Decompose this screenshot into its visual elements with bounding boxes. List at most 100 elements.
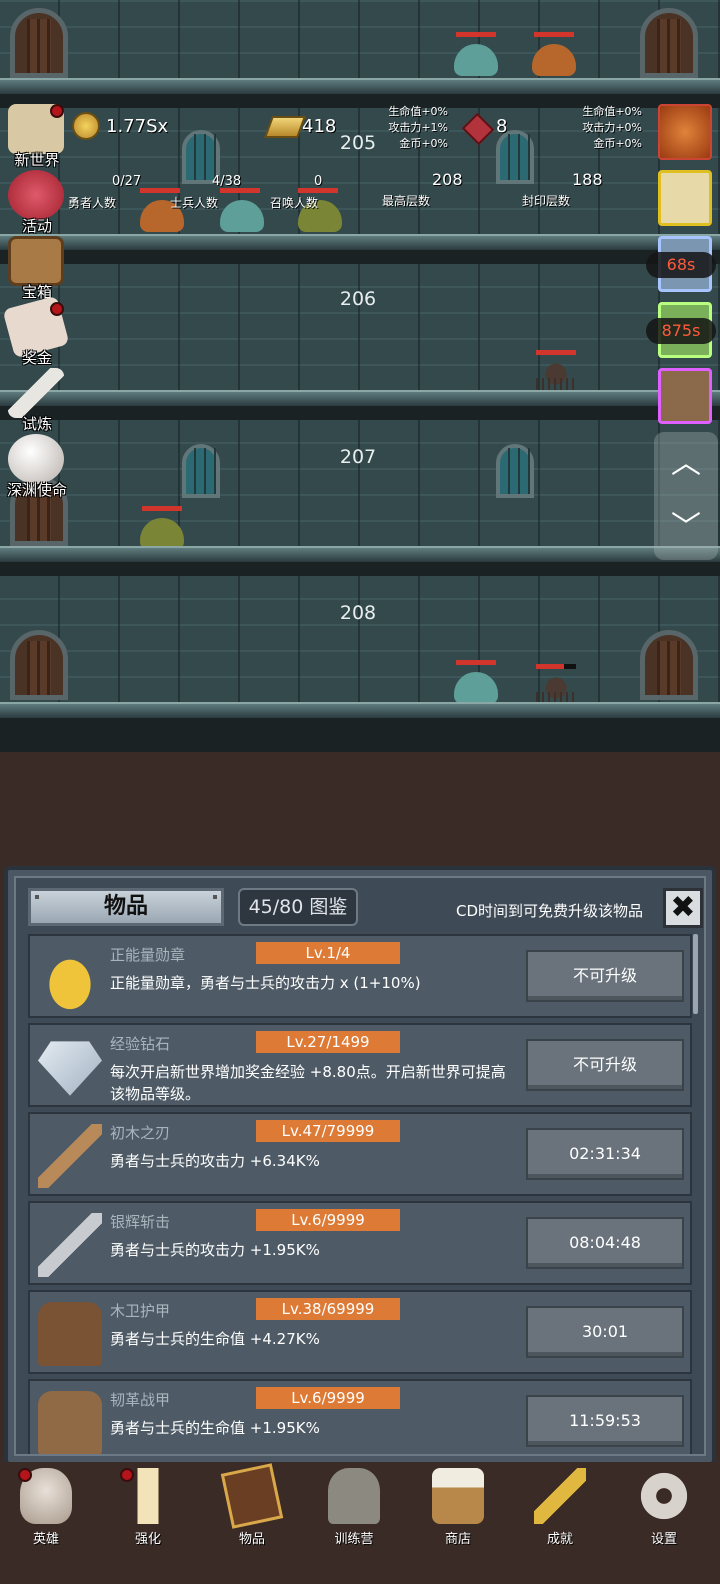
lantern-icon: [328, 1468, 380, 1524]
items-panel-inner: 物品 45/80 图鉴 CD时间到可免费升级该物品 ✖ 正能量勋章 Lv.1/4…: [14, 876, 706, 1456]
enemy-hp-bar: [536, 664, 576, 669]
feather-icon: [8, 368, 64, 418]
bottom-nav: 英雄 强化 物品 训练营 商店 成就 设置: [0, 1462, 720, 1584]
diamond-icon: [38, 1041, 102, 1096]
nav-shop[interactable]: 商店: [422, 1468, 494, 1568]
menu-events[interactable]: 活动: [2, 170, 72, 236]
door: [640, 8, 698, 78]
menu-new-world[interactable]: 新世界: [2, 104, 72, 170]
item-list: 正能量勋章 Lv.1/4 正能量勋章，勇者与士兵的攻击力 x (1+10%) 不…: [28, 934, 694, 1454]
menu-label: 新世界: [14, 151, 60, 169]
nav-heroes[interactable]: 英雄: [10, 1468, 82, 1568]
menu-treasure-chest[interactable]: 宝箱: [2, 236, 72, 302]
nav-label: 训练营: [334, 1532, 374, 1547]
spider-enemy[interactable]: [536, 362, 576, 392]
item-desc: 正能量勋章，勇者与士兵的攻击力 x (1+10%): [110, 974, 421, 992]
floor-ledge: [0, 546, 720, 562]
floor-ledge: [0, 390, 720, 406]
list-item: 经验钻石 Lv.27/1499 每次开启新世界增加奖金经验 +8.80点。开启新…: [28, 1023, 692, 1107]
atk-buff: 攻击力+0%: [582, 121, 642, 134]
notification-dot: [50, 104, 64, 118]
menu-trial[interactable]: 试炼: [2, 368, 72, 434]
items-tab[interactable]: 物品: [28, 888, 224, 926]
list-item: 韧革战甲 Lv.6/9999 勇者与士兵的生命值 +1.95K% 11:59:5…: [28, 1379, 692, 1454]
nav-enhance[interactable]: 强化: [112, 1468, 184, 1568]
summons-count: 0: [314, 174, 323, 189]
leather-armor-icon: [38, 1391, 102, 1454]
nav-label: 英雄: [32, 1532, 59, 1547]
door: [10, 8, 68, 78]
gold-buff: 金币+0%: [399, 137, 448, 150]
scroll-down-button[interactable]: ﹀: [654, 496, 718, 560]
max-floor-label: 最高层数: [382, 194, 431, 208]
nav-items[interactable]: 物品: [216, 1463, 288, 1568]
door: [640, 630, 698, 700]
nav-label: 物品: [238, 1532, 265, 1547]
item-level: Lv.6/9999: [256, 1387, 400, 1409]
item-desc: 勇者与士兵的生命值 +4.27K%: [110, 1330, 320, 1348]
nav-label: 设置: [650, 1532, 677, 1547]
hp-buff: 生命值+0%: [582, 105, 642, 118]
pumpkin-bonus-icon[interactable]: [658, 104, 712, 160]
enemy-hp-bar: [456, 32, 496, 37]
floor-ledge: [0, 234, 720, 250]
gold-coin-icon: [72, 112, 100, 140]
enemy-hp-bar: [534, 32, 574, 37]
item-name: 木卫护甲: [110, 1302, 171, 1320]
enemy-hp-bar: [140, 188, 180, 193]
upgrade-button[interactable]: 不可升级: [526, 1039, 684, 1091]
cd-note: CD时间到可免费升级该物品: [456, 902, 644, 920]
item-level: Lv.6/9999: [256, 1209, 400, 1231]
nav-achievements[interactable]: 成就: [524, 1468, 596, 1568]
floor-number: 207: [339, 446, 377, 468]
floor-band: [0, 420, 720, 548]
upgrade-timer-button[interactable]: 11:59:53: [526, 1395, 684, 1447]
nav-training-camp[interactable]: 训练营: [318, 1468, 390, 1568]
wooden-sword-icon: [38, 1124, 102, 1188]
heart-icon: [8, 170, 64, 220]
floor-gap: [0, 562, 720, 576]
floor-band: [0, 264, 720, 392]
summons-label: 召唤人数: [270, 196, 319, 210]
floor-number: 206: [339, 288, 377, 310]
scroll-up-button[interactable]: ︿: [654, 432, 718, 496]
menu-bonus[interactable]: 奖金: [2, 295, 72, 368]
notification-dot: [50, 302, 64, 316]
enemy-hp-bar: [456, 660, 496, 665]
item-level: Lv.47/79999: [256, 1120, 400, 1142]
sealed-floor-label: 封印层数: [522, 194, 571, 208]
items-panel: 物品 45/80 图鉴 CD时间到可免费升级该物品 ✖ 正能量勋章 Lv.1/4…: [4, 866, 716, 1466]
book-icon: [220, 1463, 284, 1529]
collection-count[interactable]: 45/80 图鉴: [238, 888, 358, 926]
notification-dot: [18, 1468, 32, 1482]
nav-label: 商店: [444, 1532, 471, 1547]
mug-icon: [432, 1468, 484, 1524]
max-floor-value: 208: [432, 170, 463, 189]
upgrade-timer-button[interactable]: 02:31:34: [526, 1128, 684, 1180]
sealed-floor-value: 188: [572, 170, 603, 189]
candle-bonus-icon[interactable]: [658, 170, 712, 226]
item-level: Lv.27/1499: [256, 1031, 400, 1053]
item-desc: 勇者与士兵的生命值 +1.95K%: [110, 1419, 320, 1437]
item-desc: 勇者与士兵的攻击力 +6.34K%: [110, 1152, 320, 1170]
soldiers-count: 4/38: [212, 174, 242, 189]
heroes-count: 0/27: [112, 174, 142, 189]
chest-icon: [8, 236, 64, 286]
upgrade-timer-button[interactable]: 08:04:48: [526, 1217, 684, 1269]
door: [10, 630, 68, 700]
nav-settings[interactable]: 设置: [628, 1468, 700, 1568]
floor-gap: [0, 250, 720, 264]
crown-icon: [38, 946, 102, 1010]
key-icon: [534, 1468, 586, 1524]
close-button[interactable]: ✖: [663, 888, 703, 928]
list-item: 初木之刃 Lv.47/79999 勇者与士兵的攻击力 +6.34K% 02:31…: [28, 1112, 692, 1196]
gems-amount: 8: [496, 116, 508, 137]
floor-number: 208: [339, 602, 377, 624]
upgrade-button[interactable]: 不可升级: [526, 950, 684, 1002]
vip-icon[interactable]: [658, 368, 712, 424]
menu-label: 宝箱: [21, 283, 52, 301]
boost-timer: 875s: [646, 318, 716, 344]
menu-abyss-mission[interactable]: 深渊使命: [2, 434, 72, 500]
item-level: Lv.38/69999: [256, 1298, 400, 1320]
upgrade-timer-button[interactable]: 30:01: [526, 1306, 684, 1358]
